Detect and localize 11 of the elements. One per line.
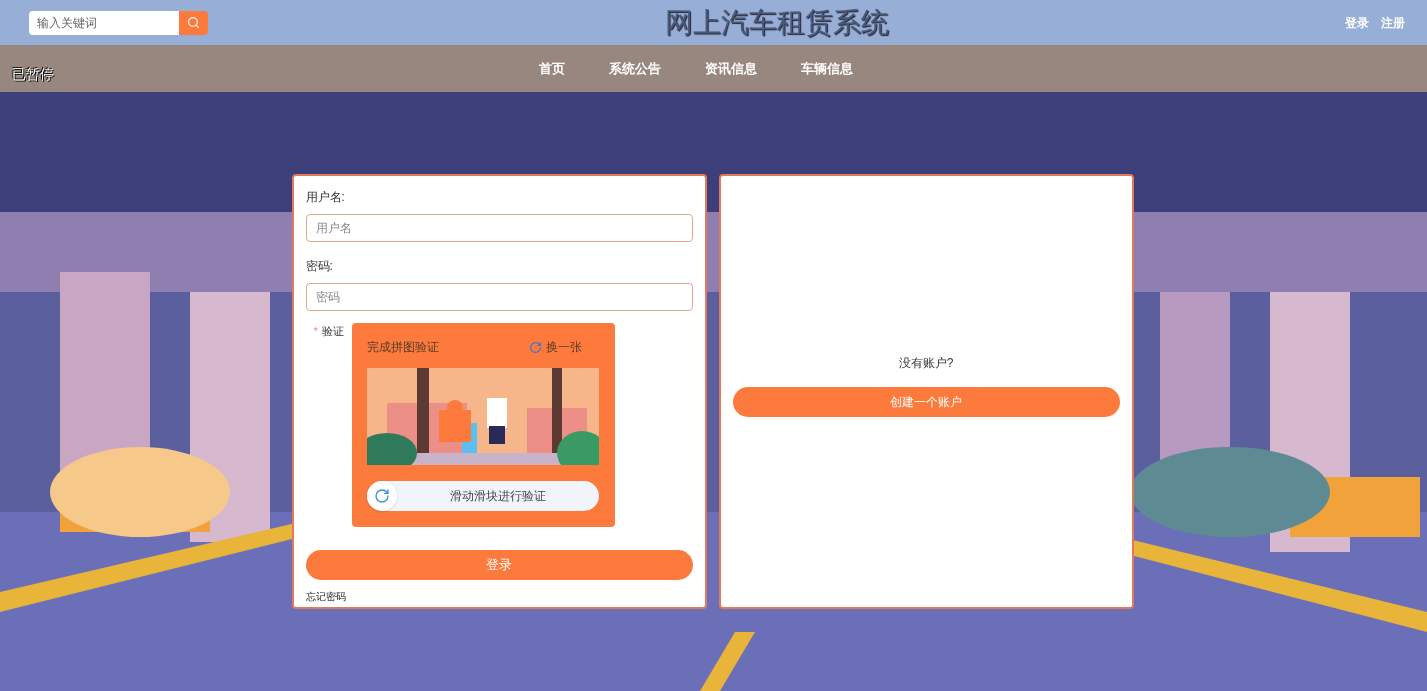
search-icon xyxy=(187,16,200,29)
search-field[interactable]: 输入关键词 xyxy=(29,10,179,35)
header-link[interactable]: 注册 xyxy=(1381,13,1405,32)
nav-item[interactable]: 资讯信息 xyxy=(705,58,757,79)
header-link[interactable]: 登录 xyxy=(1345,13,1369,32)
nav-item[interactable]: 车辆信息 xyxy=(801,58,853,79)
nav-item[interactable]: 首页 xyxy=(539,58,565,79)
paused-label: 已暂停 xyxy=(12,65,54,84)
nav-item[interactable]: 系统公告 xyxy=(609,58,661,79)
search-button[interactable] xyxy=(179,10,208,35)
site-title: 网上汽车租赁系统 xyxy=(664,5,889,40)
